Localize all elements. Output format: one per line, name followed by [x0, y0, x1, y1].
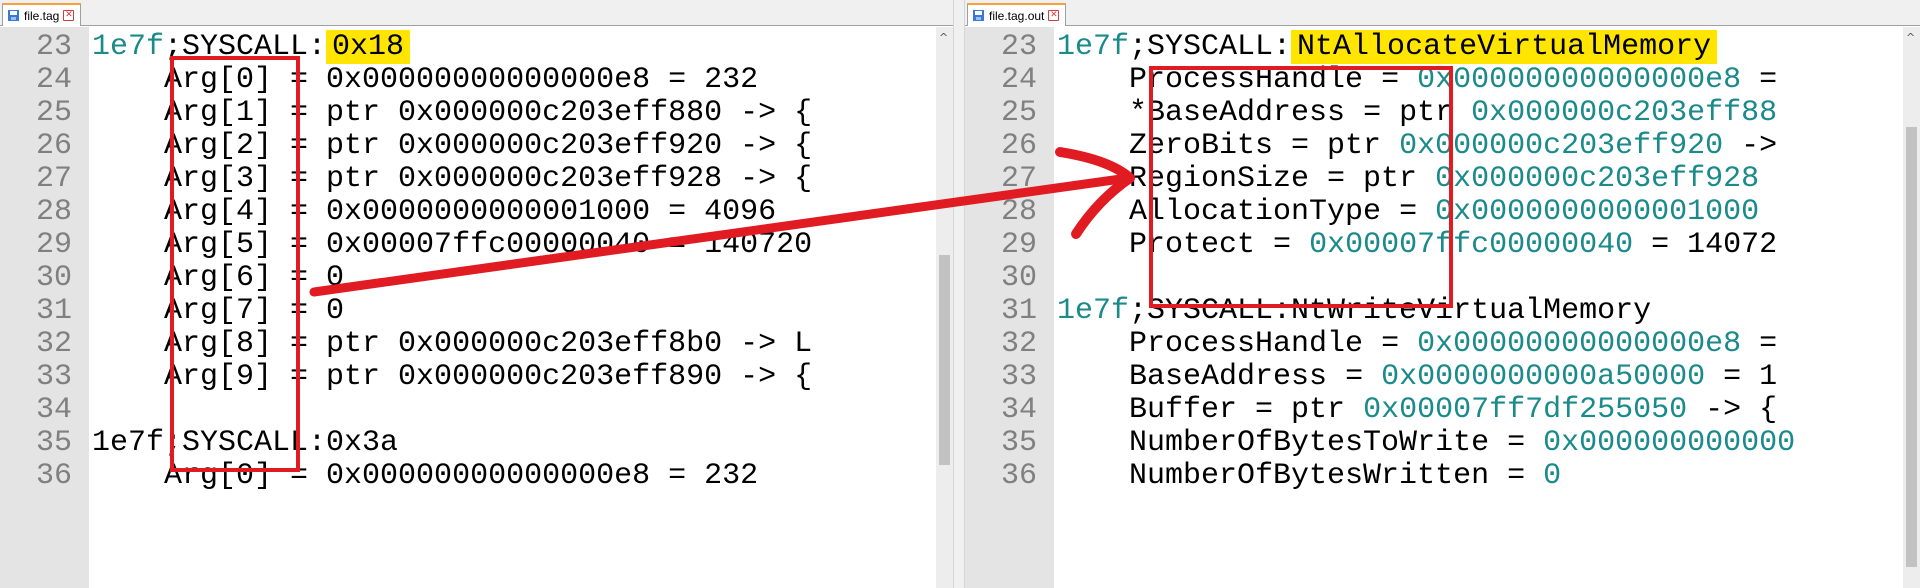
tab-file-tag-out[interactable]: file.tag.out ✕ — [967, 3, 1067, 26]
close-icon[interactable]: ✕ — [1048, 10, 1060, 21]
vertical-scrollbar[interactable]: ^ — [1903, 27, 1920, 588]
vertical-scrollbar[interactable]: ^ — [936, 27, 953, 588]
annotation-box-right — [1149, 66, 1453, 308]
arg-name: NumberOfBytesToWrite — [1129, 426, 1490, 460]
tab-label: file.tag.out — [989, 8, 1045, 23]
arg-value: 0x000000000000 — [1543, 426, 1796, 460]
arg-name: Buffer — [1129, 393, 1238, 427]
close-icon[interactable]: ✕ — [63, 10, 75, 21]
line-number: 36 — [1000, 459, 1037, 493]
scroll-thumb[interactable] — [939, 255, 950, 465]
code-line: NumberOfBytesWritten = 0 — [1057, 456, 1920, 496]
arg-op: = — [1489, 426, 1544, 460]
tab-bar: file.tag.out ✕ — [965, 0, 1920, 26]
arg-value: 0x000000c203eff928 — [1435, 162, 1760, 196]
scroll-thumb[interactable] — [1906, 127, 1917, 567]
arg-name: ProcessHandle — [1129, 327, 1364, 361]
tab-label: file.tag — [24, 8, 60, 23]
thread-id: 1e7f — [92, 30, 165, 64]
arg-value: 0x000000c203eff88 — [1471, 96, 1778, 130]
annotation-box-left — [170, 56, 300, 472]
arg-value: 0x0000000000001000 — [1435, 195, 1760, 229]
editor-pane-left: file.tag ✕ 23 24 25 26 27 28 29 30 31 32 33 34 35 36 … — [0, 0, 953, 588]
arg-tail: = 14072 — [1633, 228, 1778, 262]
arg-name: BaseAddress — [1129, 360, 1328, 394]
arg-tail: = 1 — [1705, 360, 1778, 394]
tab-file-tag[interactable]: file.tag ✕ — [2, 3, 82, 26]
tab-bar: file.tag ✕ — [0, 0, 953, 26]
line-number-gutter: 23 24 25 26 27 28 29 30 31 32 33 34 35 36 — [0, 27, 89, 588]
arg-op: = — [1327, 360, 1382, 394]
line-number: 36 — [35, 459, 72, 493]
pane-splitter[interactable] — [953, 0, 965, 588]
arg-value: 0 — [1543, 459, 1562, 493]
arg-value: 0x0000000000a50000 — [1381, 360, 1706, 394]
file-icon — [7, 9, 20, 22]
arg-op: = ptr — [1237, 393, 1364, 427]
arg-op: = — [1489, 459, 1544, 493]
arg-op: = — [1363, 327, 1418, 361]
scroll-up-icon[interactable]: ^ — [939, 31, 948, 44]
syscall-highlight: NtAllocateVirtualMemory — [1291, 30, 1718, 64]
arg-name: NumberOfBytesWritten — [1129, 459, 1490, 493]
scroll-up-icon[interactable]: ^ — [1906, 31, 1915, 44]
file-icon — [972, 9, 985, 22]
line-number-gutter: 23 24 25 26 27 28 29 30 31 32 33 34 35 36 — [965, 27, 1054, 588]
arg-tail: -> { — [1687, 393, 1778, 427]
syscall-highlight: 0x18 — [326, 30, 411, 64]
arg-tail: -> — [1723, 129, 1778, 163]
arg-tail: = — [1741, 327, 1778, 361]
syscall-label: ;SYSCALL: — [1129, 30, 1292, 64]
arg-value: 0x00000000000000e8 — [1417, 327, 1742, 361]
thread-id: 1e7f — [1057, 294, 1130, 328]
arg-tail: = — [1741, 63, 1778, 97]
thread-id: 1e7f — [1057, 30, 1130, 64]
arg-value: 0x00000000000000e8 — [1417, 63, 1742, 97]
arg-value: 0x00007ff7df255050 — [1363, 393, 1688, 427]
